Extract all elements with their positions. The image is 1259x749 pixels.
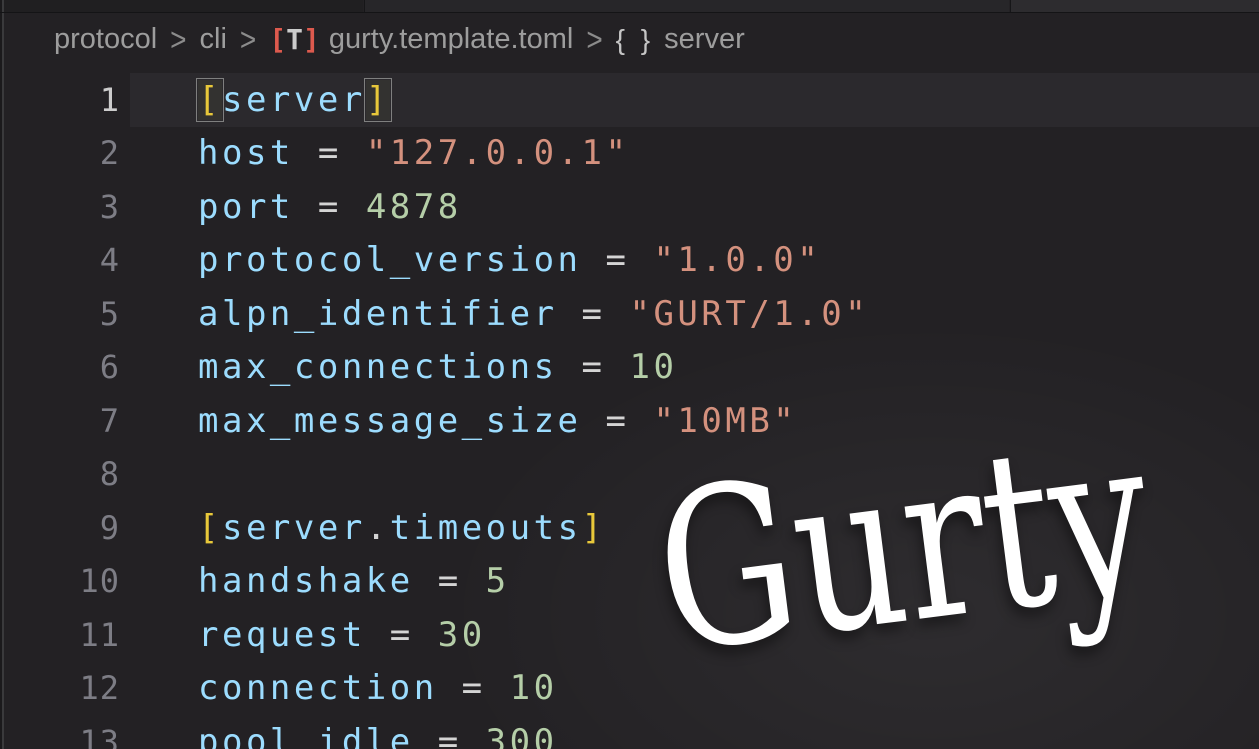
line-number[interactable]: 8 bbox=[0, 455, 120, 493]
line-number[interactable]: 3 bbox=[0, 188, 120, 226]
code-text: connection = 10 bbox=[120, 668, 558, 708]
tab-segment-3[interactable] bbox=[1010, 0, 1259, 12]
line-number[interactable]: 11 bbox=[0, 616, 120, 654]
code-text: [server] bbox=[120, 80, 390, 120]
line-number[interactable]: 6 bbox=[0, 348, 120, 386]
code-line-9[interactable]: 9[server.timeouts] bbox=[0, 501, 1259, 555]
line-number[interactable]: 9 bbox=[0, 509, 120, 547]
line-number[interactable]: 13 bbox=[0, 723, 120, 749]
code-text: handshake = 5 bbox=[120, 561, 510, 601]
code-line-11[interactable]: 11request = 30 bbox=[0, 608, 1259, 662]
chevron-right-icon: > bbox=[170, 21, 186, 58]
line-number[interactable]: 10 bbox=[0, 562, 120, 600]
code-line-1[interactable]: 1[server] bbox=[0, 73, 1259, 127]
editor-code-area[interactable]: 1[server]2host = "127.0.0.1"3port = 4878… bbox=[0, 73, 1259, 749]
line-number[interactable]: 2 bbox=[0, 134, 120, 172]
breadcrumb-item-filename[interactable]: gurty.template.toml bbox=[329, 23, 573, 56]
code-line-4[interactable]: 4protocol_version = "1.0.0" bbox=[0, 234, 1259, 288]
code-text: pool_idle = 300 bbox=[120, 722, 558, 749]
code-line-5[interactable]: 5alpn_identifier = "GURT/1.0" bbox=[0, 287, 1259, 341]
code-text: max_connections = 10 bbox=[120, 347, 677, 387]
chevron-right-icon: > bbox=[586, 21, 602, 58]
code-text: port = 4878 bbox=[120, 187, 462, 227]
code-text: protocol_version = "1.0.0" bbox=[120, 240, 821, 280]
line-number[interactable]: 12 bbox=[0, 669, 120, 707]
toml-file-icon: [T] bbox=[269, 23, 319, 56]
code-text: host = "127.0.0.1" bbox=[120, 133, 629, 173]
line-number[interactable]: 7 bbox=[0, 402, 120, 440]
code-line-3[interactable]: 3port = 4878 bbox=[0, 180, 1259, 234]
line-number[interactable]: 4 bbox=[0, 241, 120, 279]
code-text: max_message_size = "10MB" bbox=[120, 401, 797, 441]
chevron-right-icon: > bbox=[240, 21, 256, 58]
code-line-12[interactable]: 12connection = 10 bbox=[0, 662, 1259, 716]
code-line-2[interactable]: 2host = "127.0.0.1" bbox=[0, 127, 1259, 181]
code-line-10[interactable]: 10handshake = 5 bbox=[0, 555, 1259, 609]
breadcrumb: protocol > cli > [T] gurty.template.toml… bbox=[0, 13, 1259, 66]
line-number[interactable]: 5 bbox=[0, 295, 120, 333]
code-line-13[interactable]: 13pool_idle = 300 bbox=[0, 715, 1259, 749]
tab-segment-1[interactable] bbox=[4, 0, 363, 12]
breadcrumb-item-protocol[interactable]: protocol bbox=[54, 23, 157, 56]
breadcrumb-item-cli[interactable]: cli bbox=[200, 23, 227, 56]
breadcrumb-item-symbol-server[interactable]: server bbox=[664, 23, 745, 56]
code-text: alpn_identifier = "GURT/1.0" bbox=[120, 294, 869, 334]
code-line-6[interactable]: 6max_connections = 10 bbox=[0, 341, 1259, 395]
code-line-8[interactable]: 8 bbox=[0, 448, 1259, 502]
line-number[interactable]: 1 bbox=[0, 81, 120, 119]
symbol-braces-icon: { } bbox=[616, 24, 654, 56]
tab-bar-strip bbox=[0, 0, 1259, 13]
code-line-7[interactable]: 7max_message_size = "10MB" bbox=[0, 394, 1259, 448]
tab-segment-2[interactable] bbox=[364, 0, 1009, 12]
code-text: request = 30 bbox=[120, 615, 486, 655]
code-text: [server.timeouts] bbox=[120, 508, 606, 548]
